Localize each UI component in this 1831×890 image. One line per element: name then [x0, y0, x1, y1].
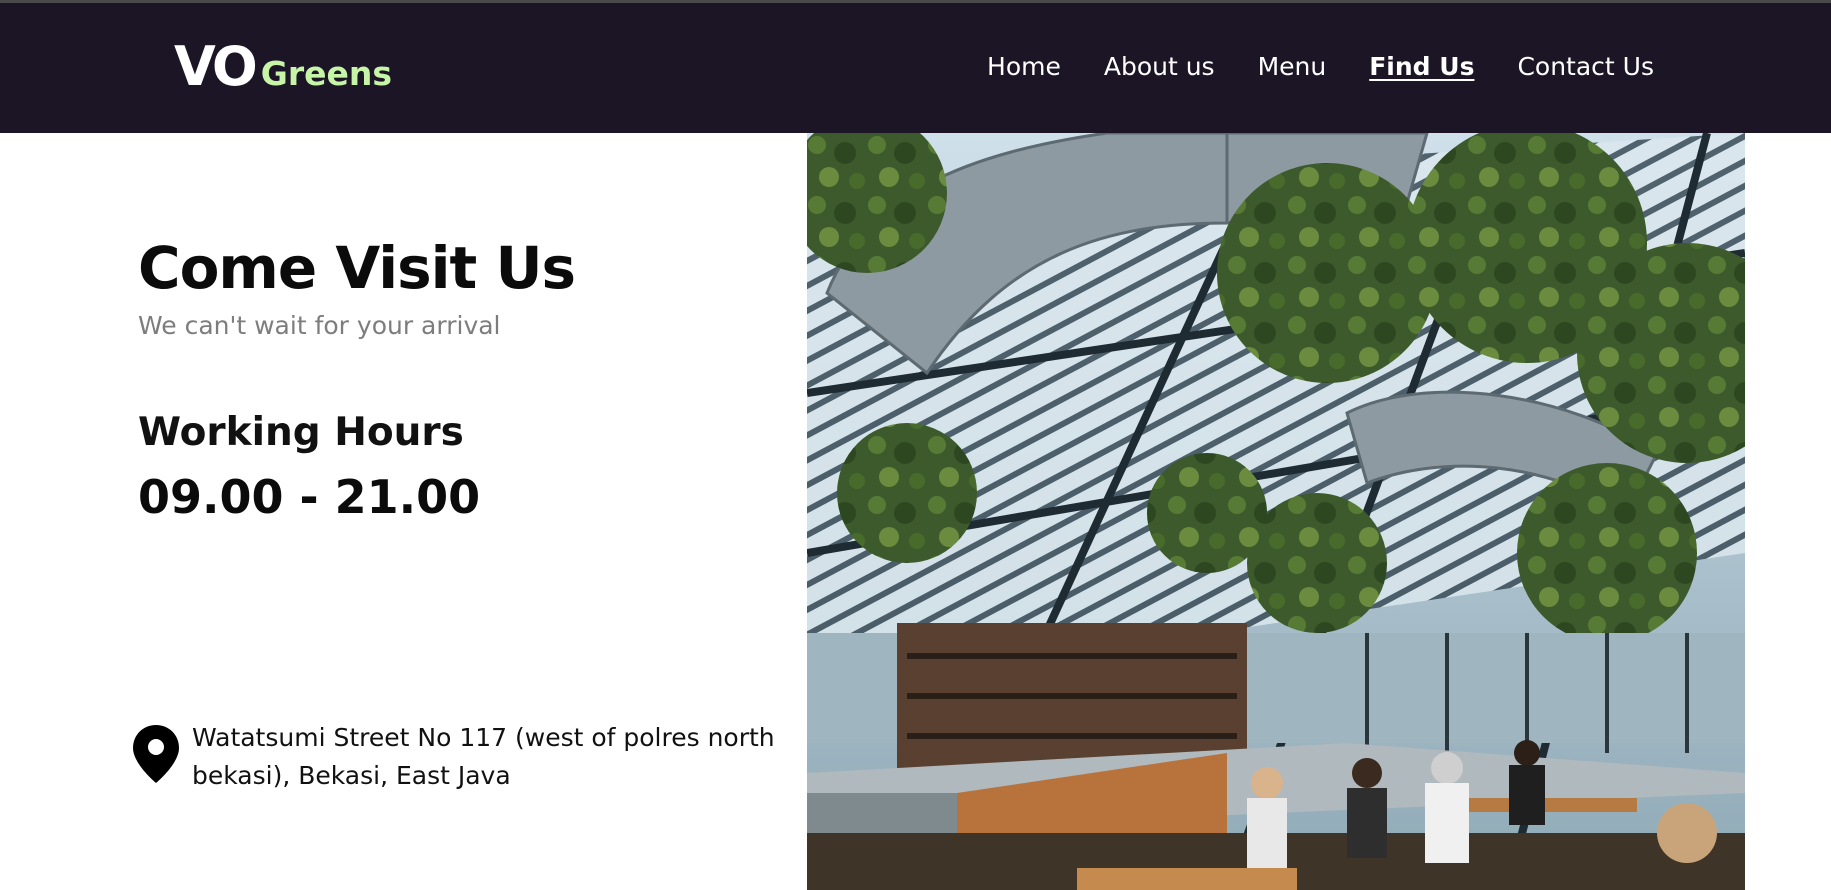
site-header: VO Greens Home About us Menu Find Us Con… [0, 3, 1831, 133]
nav-home[interactable]: Home [987, 51, 1061, 83]
address-text: Watatsumi Street No 117 (west of polres … [192, 723, 775, 790]
working-hours-label: Working Hours [138, 410, 464, 455]
photo-illustration [807, 133, 1745, 890]
page-subtitle: We can't wait for your arrival [138, 311, 501, 340]
find-us-section: Come Visit Us We can't wait for your arr… [0, 133, 807, 890]
main-nav: Home About us Menu Find Us Contact Us [987, 51, 1654, 83]
map-pin-icon [133, 725, 179, 783]
logo-greens: Greens [260, 54, 393, 93]
logo-vo: VO [174, 35, 258, 98]
site-logo[interactable]: VO Greens [174, 40, 392, 94]
working-hours-value: 09.00 - 21.00 [138, 470, 481, 524]
nav-contact-us[interactable]: Contact Us [1517, 51, 1654, 83]
nav-about-us[interactable]: About us [1104, 51, 1215, 83]
greenhouse-cafe-photo [807, 133, 1745, 890]
address-block: Watatsumi Street No 117 (west of polres … [133, 719, 793, 795]
nav-find-us[interactable]: Find Us [1369, 51, 1474, 83]
page-title: Come Visit Us [138, 234, 576, 302]
nav-menu[interactable]: Menu [1258, 51, 1327, 83]
